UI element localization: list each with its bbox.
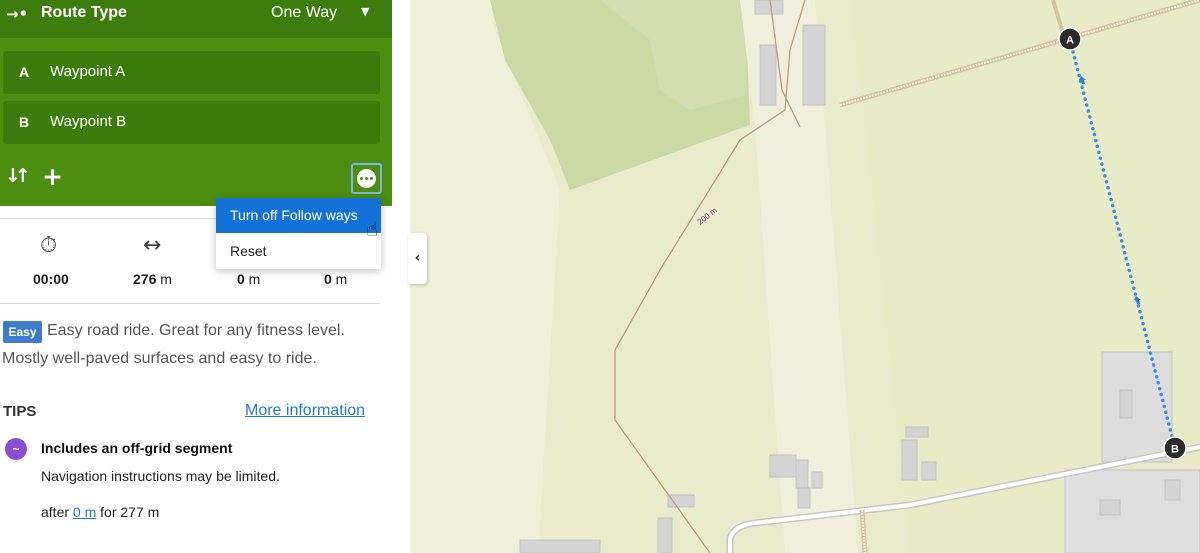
waypoint-a-field[interactable]: A Waypoint A [3, 51, 380, 94]
route-type-value[interactable]: One Way [271, 4, 337, 22]
route-direction-icon: →• [6, 5, 29, 23]
stat-ascent: 0 m [237, 271, 261, 287]
route-sidebar: →• Route Type One Way ▼ A Waypoint A B W… [0, 0, 410, 553]
more-options-menu: Turn off Follow ways Reset [216, 198, 381, 269]
waypoints-panel: A Waypoint A B Waypoint B ↓↑ + [0, 38, 392, 206]
chevron-down-icon[interactable]: ▼ [361, 5, 369, 18]
waypoint-letter: A [19, 64, 30, 80]
waypoint-b-field[interactable]: B Waypoint B [3, 101, 380, 144]
distance-icon: ↔ [143, 233, 162, 258]
waypoint-name[interactable]: Waypoint A [50, 63, 125, 80]
difficulty-description: Easy road ride. Great for any fitness le… [47, 322, 345, 339]
tips-heading: TIPS [3, 403, 37, 420]
divider [0, 303, 380, 304]
map-svg[interactable]: 200 m A B [410, 0, 1200, 553]
svg-text:A: A [1066, 35, 1074, 47]
map-marker-b[interactable]: B [1163, 436, 1187, 460]
tip-title: Includes an off-grid segment [41, 440, 233, 456]
stat-duration: 00:00 [33, 271, 69, 287]
more-options-icon [357, 169, 376, 188]
difficulty-badge: Easy [3, 321, 42, 343]
collapse-sidebar-button[interactable]: ‹ [408, 233, 427, 284]
map-canvas[interactable]: 200 m A B [410, 0, 1200, 553]
map-marker-a[interactable]: A [1058, 27, 1082, 51]
menu-item-turn-off-follow-ways[interactable]: Turn off Follow ways [216, 198, 381, 233]
more-information-link[interactable]: More information [245, 402, 365, 420]
tip-location: after 0 m for 277 m [41, 504, 160, 520]
menu-item-reset[interactable]: Reset [216, 234, 381, 269]
stat-descent: 0 m [324, 271, 348, 287]
more-options-button[interactable] [351, 163, 382, 194]
swap-icon[interactable]: ↓↑ [5, 165, 31, 187]
chevron-left-icon: ‹ [414, 250, 421, 266]
waypoint-letter: B [19, 114, 30, 130]
hand-cursor-icon: ☝ [366, 217, 379, 241]
stopwatch-icon: ⏱ [40, 233, 58, 258]
route-type-label: Route Type [41, 4, 127, 21]
stat-distance: 276 m [133, 271, 172, 287]
off-grid-icon: ~ [5, 438, 27, 460]
route-type-selector[interactable]: →• Route Type One Way ▼ [0, 0, 392, 38]
difficulty-description: Mostly well-paved surfaces and easy to r… [2, 350, 317, 367]
add-icon[interactable]: + [42, 162, 63, 191]
tip-description: Navigation instructions may be limited. [41, 468, 280, 484]
waypoint-name[interactable]: Waypoint B [50, 113, 126, 130]
svg-text:B: B [1171, 444, 1179, 456]
tip-location-link[interactable]: 0 m [73, 504, 96, 520]
